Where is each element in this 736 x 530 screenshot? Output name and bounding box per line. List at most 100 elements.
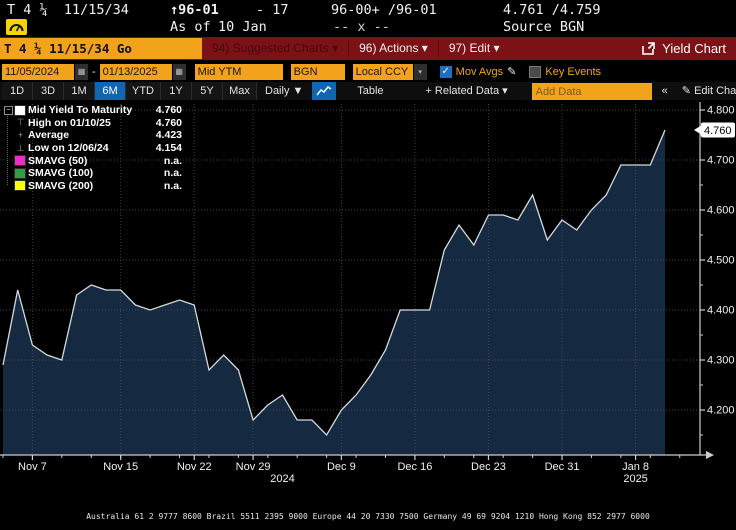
legend-value: n.a. <box>146 155 182 167</box>
command-bar: T 4 ¼ 11/15/34 Go 94) Suggested Charts ▾… <box>0 37 736 60</box>
legend-row-smavg100[interactable]: SMAVG (100) n.a. <box>4 167 182 180</box>
tab-6m[interactable]: 6M <box>95 82 126 101</box>
gauge-icon <box>6 19 27 35</box>
last-price: ↑96-01 <box>170 2 219 18</box>
chart-area: 4.200 4.300 4.400 4.500 4.600 4.700 4.800 Nov 7… <box>0 100 736 490</box>
date-range-separator: - <box>88 66 100 78</box>
terminal-footer: Australia 61 2 9777 8600 Brazil 5511 239… <box>0 491 736 530</box>
legend-row-smavg50[interactable]: SMAVG (50) n.a. <box>4 154 182 167</box>
security-description: T 4 ¼ 11/15/34 <box>7 2 129 18</box>
x-tick-label: Nov 22 <box>177 461 212 473</box>
tab-1d[interactable]: 1D <box>2 82 33 101</box>
x-year-label: 2024 <box>270 473 294 485</box>
series-swatch <box>15 181 25 190</box>
average-marker-icon: + <box>15 130 26 140</box>
menu-suggested-charts[interactable]: 94) Suggested Charts ▾ <box>202 37 348 60</box>
tab-max[interactable]: Max <box>223 82 257 101</box>
x-tick-label: Nov 7 <box>18 461 47 473</box>
x-tick-label: Dec 16 <box>397 461 432 473</box>
y-tick-label: 4.300 <box>707 355 735 367</box>
legend-value: n.a. <box>146 167 182 179</box>
price-change: - 17 <box>256 2 289 18</box>
chart-toolbar: 1D 3D 1M 6M YTD 1Y 5Y Max Daily ▼ Table … <box>0 82 736 101</box>
y-tick-label: 4.800 <box>707 105 735 117</box>
edit-chart-button[interactable]: ✎ Edit Chart <box>674 82 736 101</box>
table-button[interactable]: Table <box>337 82 403 101</box>
line-chart-icon[interactable] <box>312 82 336 101</box>
legend-row-low[interactable]: ⊥ Low on 12/06/24 4.154 <box>4 142 182 155</box>
legend-row-high[interactable]: ⊤ High on 01/10/25 4.760 <box>4 117 182 130</box>
chart-legend: − Mid Yield To Maturity 4.760 ⊤ High on … <box>4 104 182 192</box>
legend-value: 4.760 <box>146 117 182 129</box>
edit-pencil-icon[interactable]: ✎ <box>507 65 516 78</box>
legend-row-smavg200[interactable]: SMAVG (200) n.a. <box>4 180 182 193</box>
as-of-label: As of <box>170 19 211 35</box>
currency-value: Local CCY <box>353 64 413 80</box>
legend-value: 4.423 <box>146 129 182 141</box>
mov-avgs-label: Mov Avgs <box>456 66 504 78</box>
calendar-icon[interactable]: ▦ <box>74 64 88 80</box>
bid-ask: 96-00+ /96-01 <box>331 2 437 18</box>
legend-label: High on 01/10/25 <box>28 117 146 129</box>
legend-row-average[interactable]: + Average 4.423 <box>4 129 182 142</box>
mov-avgs-checkbox[interactable]: ✓ <box>440 66 452 78</box>
y-tick-label: 4.700 <box>707 155 735 167</box>
currency-dropdown[interactable]: Local CCY ▾ <box>353 64 427 80</box>
chevron-down-icon[interactable]: ▾ <box>413 64 427 80</box>
x-tick-label: Dec 9 <box>327 461 356 473</box>
as-of-date: 10 Jan <box>218 19 267 35</box>
date-from-field[interactable]: 11/05/2024 <box>2 64 74 80</box>
tab-3d[interactable]: 3D <box>33 82 64 101</box>
legend-label: SMAVG (50) <box>28 155 146 167</box>
x-axis-arrow <box>706 451 714 459</box>
collapse-tree-icon[interactable]: − <box>4 106 13 115</box>
y-tick-label: 4.500 <box>707 255 735 267</box>
tab-ytd[interactable]: YTD <box>126 82 161 101</box>
low-marker-icon: ⊥ <box>15 143 26 154</box>
bid-ask-yield: 4.761 /4.759 <box>503 2 601 18</box>
legend-row-mid-yield[interactable]: − Mid Yield To Maturity 4.760 <box>4 104 182 117</box>
x-tick-label: Nov 15 <box>103 461 138 473</box>
legend-label: SMAVG (200) <box>28 180 146 192</box>
x-tick-label: Nov 29 <box>236 461 271 473</box>
legend-label: Low on 12/06/24 <box>28 142 146 154</box>
security-chip[interactable]: T 4 ¼ 11/15/34 Go <box>0 38 202 59</box>
last-value-notch <box>694 125 702 135</box>
series-swatch <box>15 156 25 165</box>
y-tick-label: 4.600 <box>707 205 735 217</box>
series-swatch <box>15 106 25 115</box>
collapse-panel-button[interactable]: « <box>656 82 674 101</box>
quote-header: T 4 ¼ 11/15/34 ↑96-01 - 17 96-00+ /96-01… <box>0 0 736 37</box>
x-tick-label: Dec 31 <box>545 461 580 473</box>
tab-5y[interactable]: 5Y <box>192 82 223 101</box>
command-bar-right: Yield Chart <box>642 41 736 56</box>
legend-value: 4.154 <box>146 142 182 154</box>
tab-1m[interactable]: 1M <box>64 82 95 101</box>
price-source: Source BGN <box>503 19 584 35</box>
related-data-dropdown[interactable]: + Related Data ▾ <box>417 82 515 101</box>
export-icon[interactable] <box>642 42 655 55</box>
x-tick-label: Jan 8 <box>622 461 649 473</box>
page-title: Yield Chart <box>662 41 726 56</box>
y-tick-label: 4.400 <box>707 305 735 317</box>
x-tick-label: Dec 23 <box>471 461 506 473</box>
key-events-label: Key Events <box>545 66 601 78</box>
legend-label: Mid Yield To Maturity <box>28 104 146 116</box>
y-tick-label: 4.200 <box>707 405 735 417</box>
speedometer-icon <box>9 22 24 33</box>
date-to-field[interactable]: 01/13/2025 <box>100 64 172 80</box>
menu-actions[interactable]: 96) Actions ▾ <box>349 37 438 60</box>
key-events-checkbox[interactable] <box>529 66 541 78</box>
field-selector[interactable]: Mid YTM <box>195 64 283 80</box>
calendar-icon[interactable]: ▦ <box>172 64 186 80</box>
high-marker-icon: ⊤ <box>15 117 26 128</box>
pricing-source-field[interactable]: BGN <box>291 64 345 80</box>
menu-edit[interactable]: 97) Edit ▾ <box>439 37 510 60</box>
legend-label: SMAVG (100) <box>28 167 146 179</box>
frequency-dropdown[interactable]: Daily ▼ <box>257 82 311 101</box>
add-data-input[interactable] <box>532 83 652 100</box>
tab-1y[interactable]: 1Y <box>161 82 192 101</box>
x-year-label: 2025 <box>623 473 647 485</box>
legend-value: 4.760 <box>146 104 182 116</box>
last-value-label: 4.760 <box>704 125 732 137</box>
